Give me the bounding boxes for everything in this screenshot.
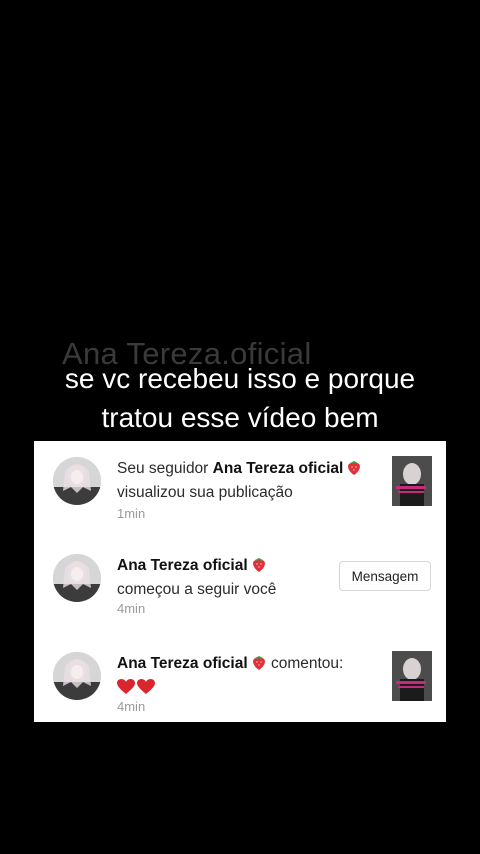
heart-icon <box>117 679 135 694</box>
notification-prefix: Seu seguidor <box>117 460 213 477</box>
heart-icon <box>137 679 155 694</box>
strawberry-icon <box>251 556 267 579</box>
avatar[interactable] <box>53 652 101 700</box>
notification-action: comentou: <box>266 655 344 672</box>
notification-text: Ana Tereza oficial comentou: <box>117 653 387 701</box>
avatar[interactable] <box>53 554 101 602</box>
notification-action: visualizou sua publicação <box>117 484 293 501</box>
timestamp: 4min <box>117 699 146 714</box>
timestamp: 4min <box>117 601 146 616</box>
post-thumbnail[interactable] <box>392 456 432 506</box>
strawberry-icon <box>346 459 362 482</box>
notification-comment[interactable]: Ana Tereza oficial comentou: 4min <box>34 646 446 738</box>
notification-follow[interactable]: Ana Tereza oficial começou a seguir você… <box>34 548 446 640</box>
message-button[interactable]: Mensagem <box>339 561 431 591</box>
username[interactable]: Ana Tereza oficial <box>117 557 248 574</box>
post-thumbnail[interactable] <box>392 651 432 701</box>
caption-line-1: se vc recebeu isso e porque <box>64 363 416 394</box>
username[interactable]: Ana Tereza oficial <box>213 460 344 477</box>
username[interactable]: Ana Tereza oficial <box>117 655 248 672</box>
notification-view[interactable]: Seu seguidor Ana Tereza oficial visualiz… <box>34 451 446 543</box>
strawberry-icon <box>251 654 267 677</box>
avatar[interactable] <box>53 457 101 505</box>
notifications-panel: Seu seguidor Ana Tereza oficial visualiz… <box>34 441 446 722</box>
notification-action: começou a seguir você <box>117 581 277 598</box>
timestamp: 1min <box>117 506 146 521</box>
notification-text: Seu seguidor Ana Tereza oficial visualiz… <box>117 458 387 503</box>
caption-line-2: tratou esse vídeo bem <box>101 402 379 433</box>
comment-hearts <box>117 679 155 701</box>
